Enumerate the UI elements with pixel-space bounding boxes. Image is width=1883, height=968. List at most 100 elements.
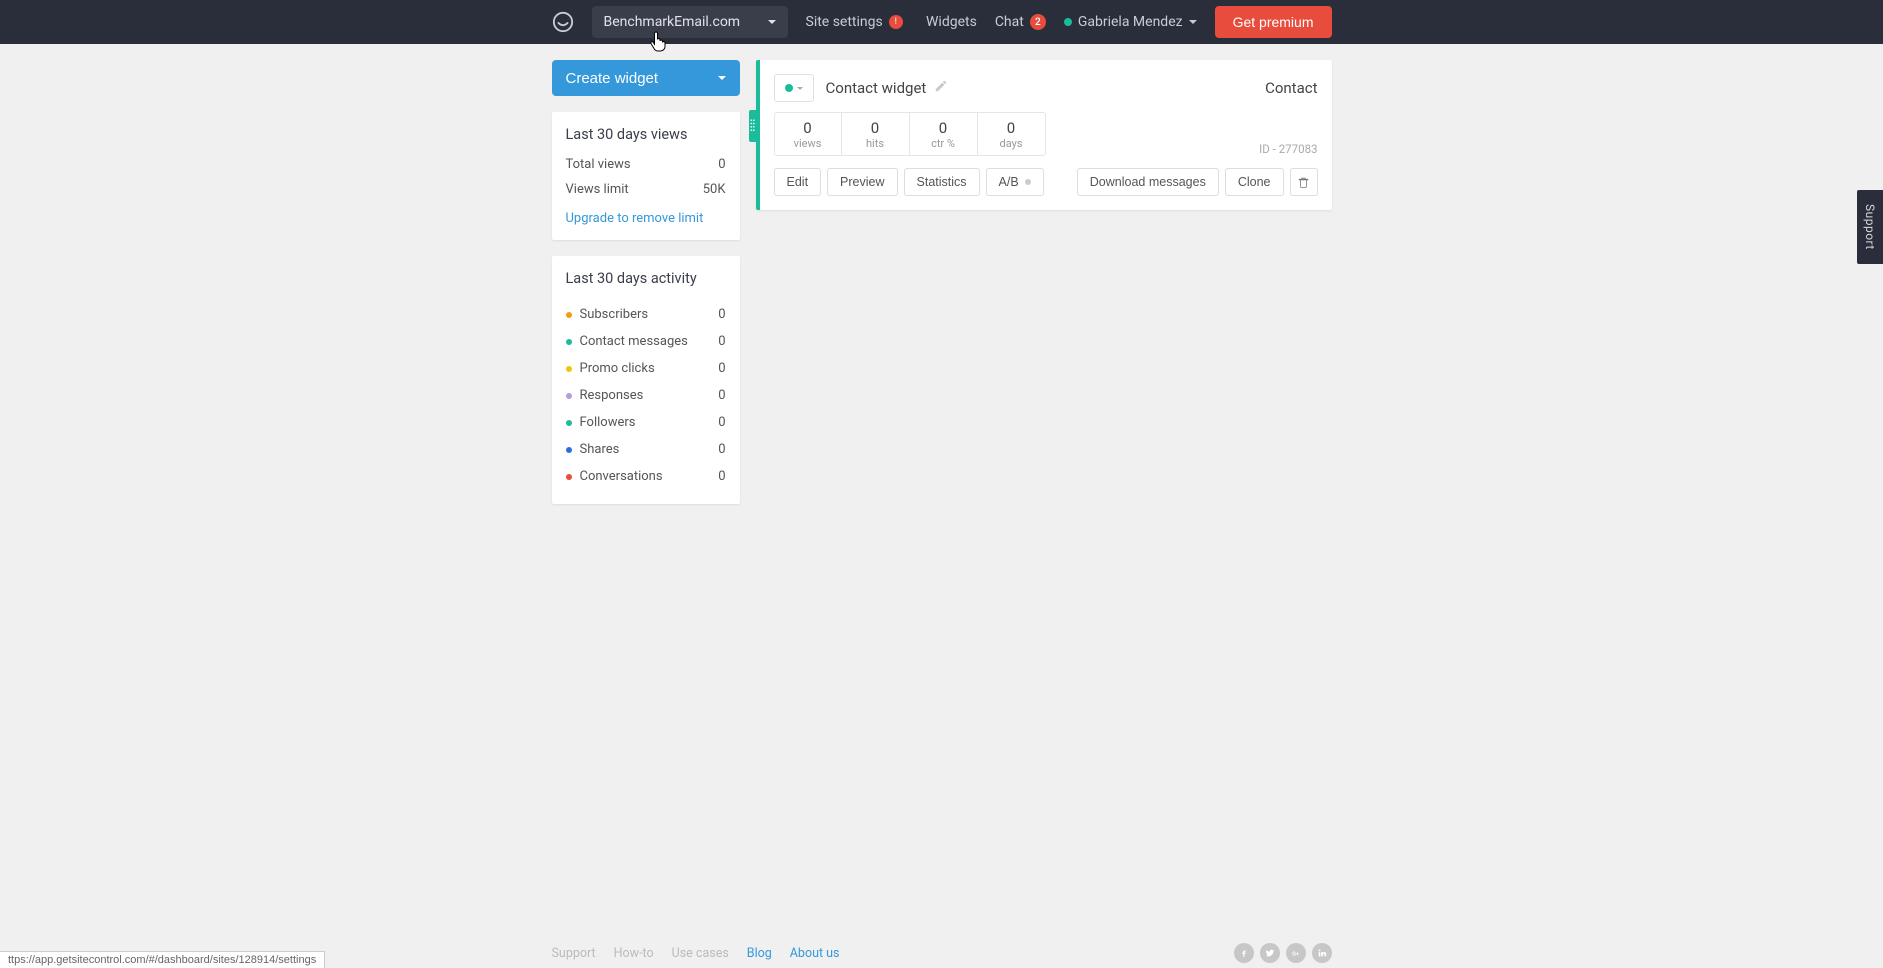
drag-handle[interactable]	[749, 110, 756, 142]
nav-user[interactable]: Gabriela Mendez	[1064, 14, 1197, 30]
support-tab[interactable]: Support	[1857, 190, 1883, 264]
pencil-icon	[934, 79, 948, 93]
stat-label: Total views	[566, 157, 631, 172]
color-dot-icon	[566, 474, 572, 480]
activity-value: 0	[718, 415, 725, 430]
activity-card: Last 30 days activity Subscribers0Contac…	[552, 256, 740, 504]
nav-chat-label: Chat	[995, 14, 1024, 30]
stat-boxes: 0views0hits0ctr %0days	[774, 112, 1046, 156]
footer-link-usecases[interactable]: Use cases	[672, 946, 729, 961]
preview-button[interactable]: Preview	[827, 168, 897, 196]
activity-value: 0	[718, 334, 725, 349]
top-header: BenchmarkEmail.com Site settings ! Widge…	[0, 0, 1883, 44]
upgrade-link[interactable]: Upgrade to remove limit	[566, 211, 726, 226]
views-card: Last 30 days views Total views 0 Views l…	[552, 112, 740, 240]
chat-count-badge: 2	[1030, 14, 1046, 30]
footer-link-blog[interactable]: Blog	[747, 946, 772, 961]
site-settings-label: Site settings	[806, 14, 883, 30]
stat-value: 0	[718, 157, 725, 172]
widget-header-row: Contact widget Contact	[760, 60, 1332, 112]
activity-row: Followers 0	[566, 409, 726, 436]
stat-value: 0	[803, 119, 811, 137]
widget-actions-row: Edit Preview Statistics A/B Download mes…	[760, 168, 1332, 210]
color-dot-icon	[566, 393, 572, 399]
stat-value: 0	[871, 119, 879, 137]
edit-button[interactable]: Edit	[774, 168, 822, 196]
svg-text:G+: G+	[1292, 951, 1299, 957]
activity-list: Subscribers 0 Contact messages 0 Promo click…	[566, 301, 726, 490]
stat-box: 0days	[978, 112, 1046, 156]
footer-link-support[interactable]: Support	[552, 946, 596, 961]
activity-row: Promo clicks0	[566, 355, 726, 382]
footer: Support How-to Use cases Blog About us G…	[552, 938, 1332, 968]
activity-row: Conversations 0	[566, 463, 726, 490]
main-container: Create widget Last 30 days views Total v…	[552, 60, 1332, 520]
color-dot-icon	[566, 366, 572, 372]
site-name: BenchmarkEmail.com	[604, 14, 741, 30]
site-selector[interactable]: BenchmarkEmail.com	[592, 6, 788, 38]
trash-icon	[1297, 176, 1310, 189]
nav-site-settings[interactable]: Site settings !	[806, 14, 903, 30]
header-inner: BenchmarkEmail.com Site settings ! Widge…	[552, 0, 1332, 44]
stat-value: 0	[939, 119, 947, 137]
download-messages-button[interactable]: Download messages	[1077, 168, 1219, 196]
create-widget-button[interactable]: Create widget	[552, 60, 740, 96]
widget-status-dropdown[interactable]	[774, 74, 814, 102]
delete-button[interactable]	[1290, 168, 1318, 196]
footer-link-howto[interactable]: How-to	[614, 946, 654, 961]
facebook-icon[interactable]	[1234, 943, 1254, 963]
stat-label: ctr %	[931, 137, 955, 150]
ab-indicator-icon	[1025, 179, 1031, 185]
stat-row: Views limit 50K	[566, 182, 726, 197]
status-active-icon	[785, 84, 793, 92]
activity-value: 0	[718, 442, 725, 457]
logo[interactable]	[552, 11, 592, 33]
statistics-button[interactable]: Statistics	[904, 168, 980, 196]
main-column: Contact widget Contact 0views0hits0ctr %…	[756, 60, 1332, 210]
activity-label: Followers	[580, 415, 636, 430]
nav-chat[interactable]: Chat 2	[995, 14, 1046, 30]
activity-row: Responses 0	[566, 382, 726, 409]
actions-right: Download messages Clone	[1077, 168, 1318, 196]
activity-value: 0	[718, 388, 725, 403]
ab-button[interactable]: A/B	[986, 168, 1044, 196]
chevron-down-icon	[797, 87, 803, 90]
views-card-title: Last 30 days views	[566, 126, 726, 143]
clone-button[interactable]: Clone	[1225, 168, 1284, 196]
color-dot-icon	[566, 339, 572, 345]
activity-label: Contact messages	[580, 334, 688, 349]
social-icons: G+	[1228, 943, 1332, 963]
get-premium-button[interactable]: Get premium	[1215, 6, 1332, 38]
twitter-icon[interactable]	[1260, 943, 1280, 963]
color-dot-icon	[566, 420, 572, 426]
nav-widgets[interactable]: Widgets	[926, 14, 977, 30]
activity-row: Contact messages 0	[566, 328, 726, 355]
stat-box: 0ctr %	[910, 112, 978, 156]
activity-label: Shares	[580, 442, 620, 457]
status-bar-url: ttps://app.getsitecontrol.com/#/dashboar…	[0, 951, 325, 968]
activity-label: Conversations	[580, 469, 663, 484]
nav-right: Widgets Chat 2 Gabriela Mendez Get premi…	[926, 6, 1332, 38]
chevron-down-icon	[1189, 20, 1197, 24]
stat-row: Total views 0	[566, 157, 726, 172]
user-name: Gabriela Mendez	[1078, 14, 1183, 30]
drag-icon	[750, 116, 755, 136]
sidebar: Create widget Last 30 days views Total v…	[552, 60, 740, 520]
chevron-down-icon	[768, 20, 776, 24]
stat-box: 0views	[774, 112, 842, 156]
footer-link-about[interactable]: About us	[790, 946, 840, 961]
activity-label: Promo clicks	[580, 361, 655, 376]
widget-name: Contact widget	[826, 79, 927, 97]
edit-name-button[interactable]	[934, 79, 948, 97]
widget-id: ID - 277083	[1259, 142, 1317, 156]
stat-value: 50K	[703, 182, 726, 197]
linkedin-icon[interactable]	[1312, 943, 1332, 963]
activity-value: 0	[718, 469, 725, 484]
googleplus-icon[interactable]: G+	[1286, 943, 1306, 963]
stat-label: views	[794, 137, 822, 150]
activity-label: Subscribers	[580, 307, 649, 322]
stat-label: hits	[866, 137, 884, 150]
color-dot-icon	[566, 447, 572, 453]
activity-value: 0	[718, 307, 725, 322]
activity-label: Responses	[580, 388, 644, 403]
